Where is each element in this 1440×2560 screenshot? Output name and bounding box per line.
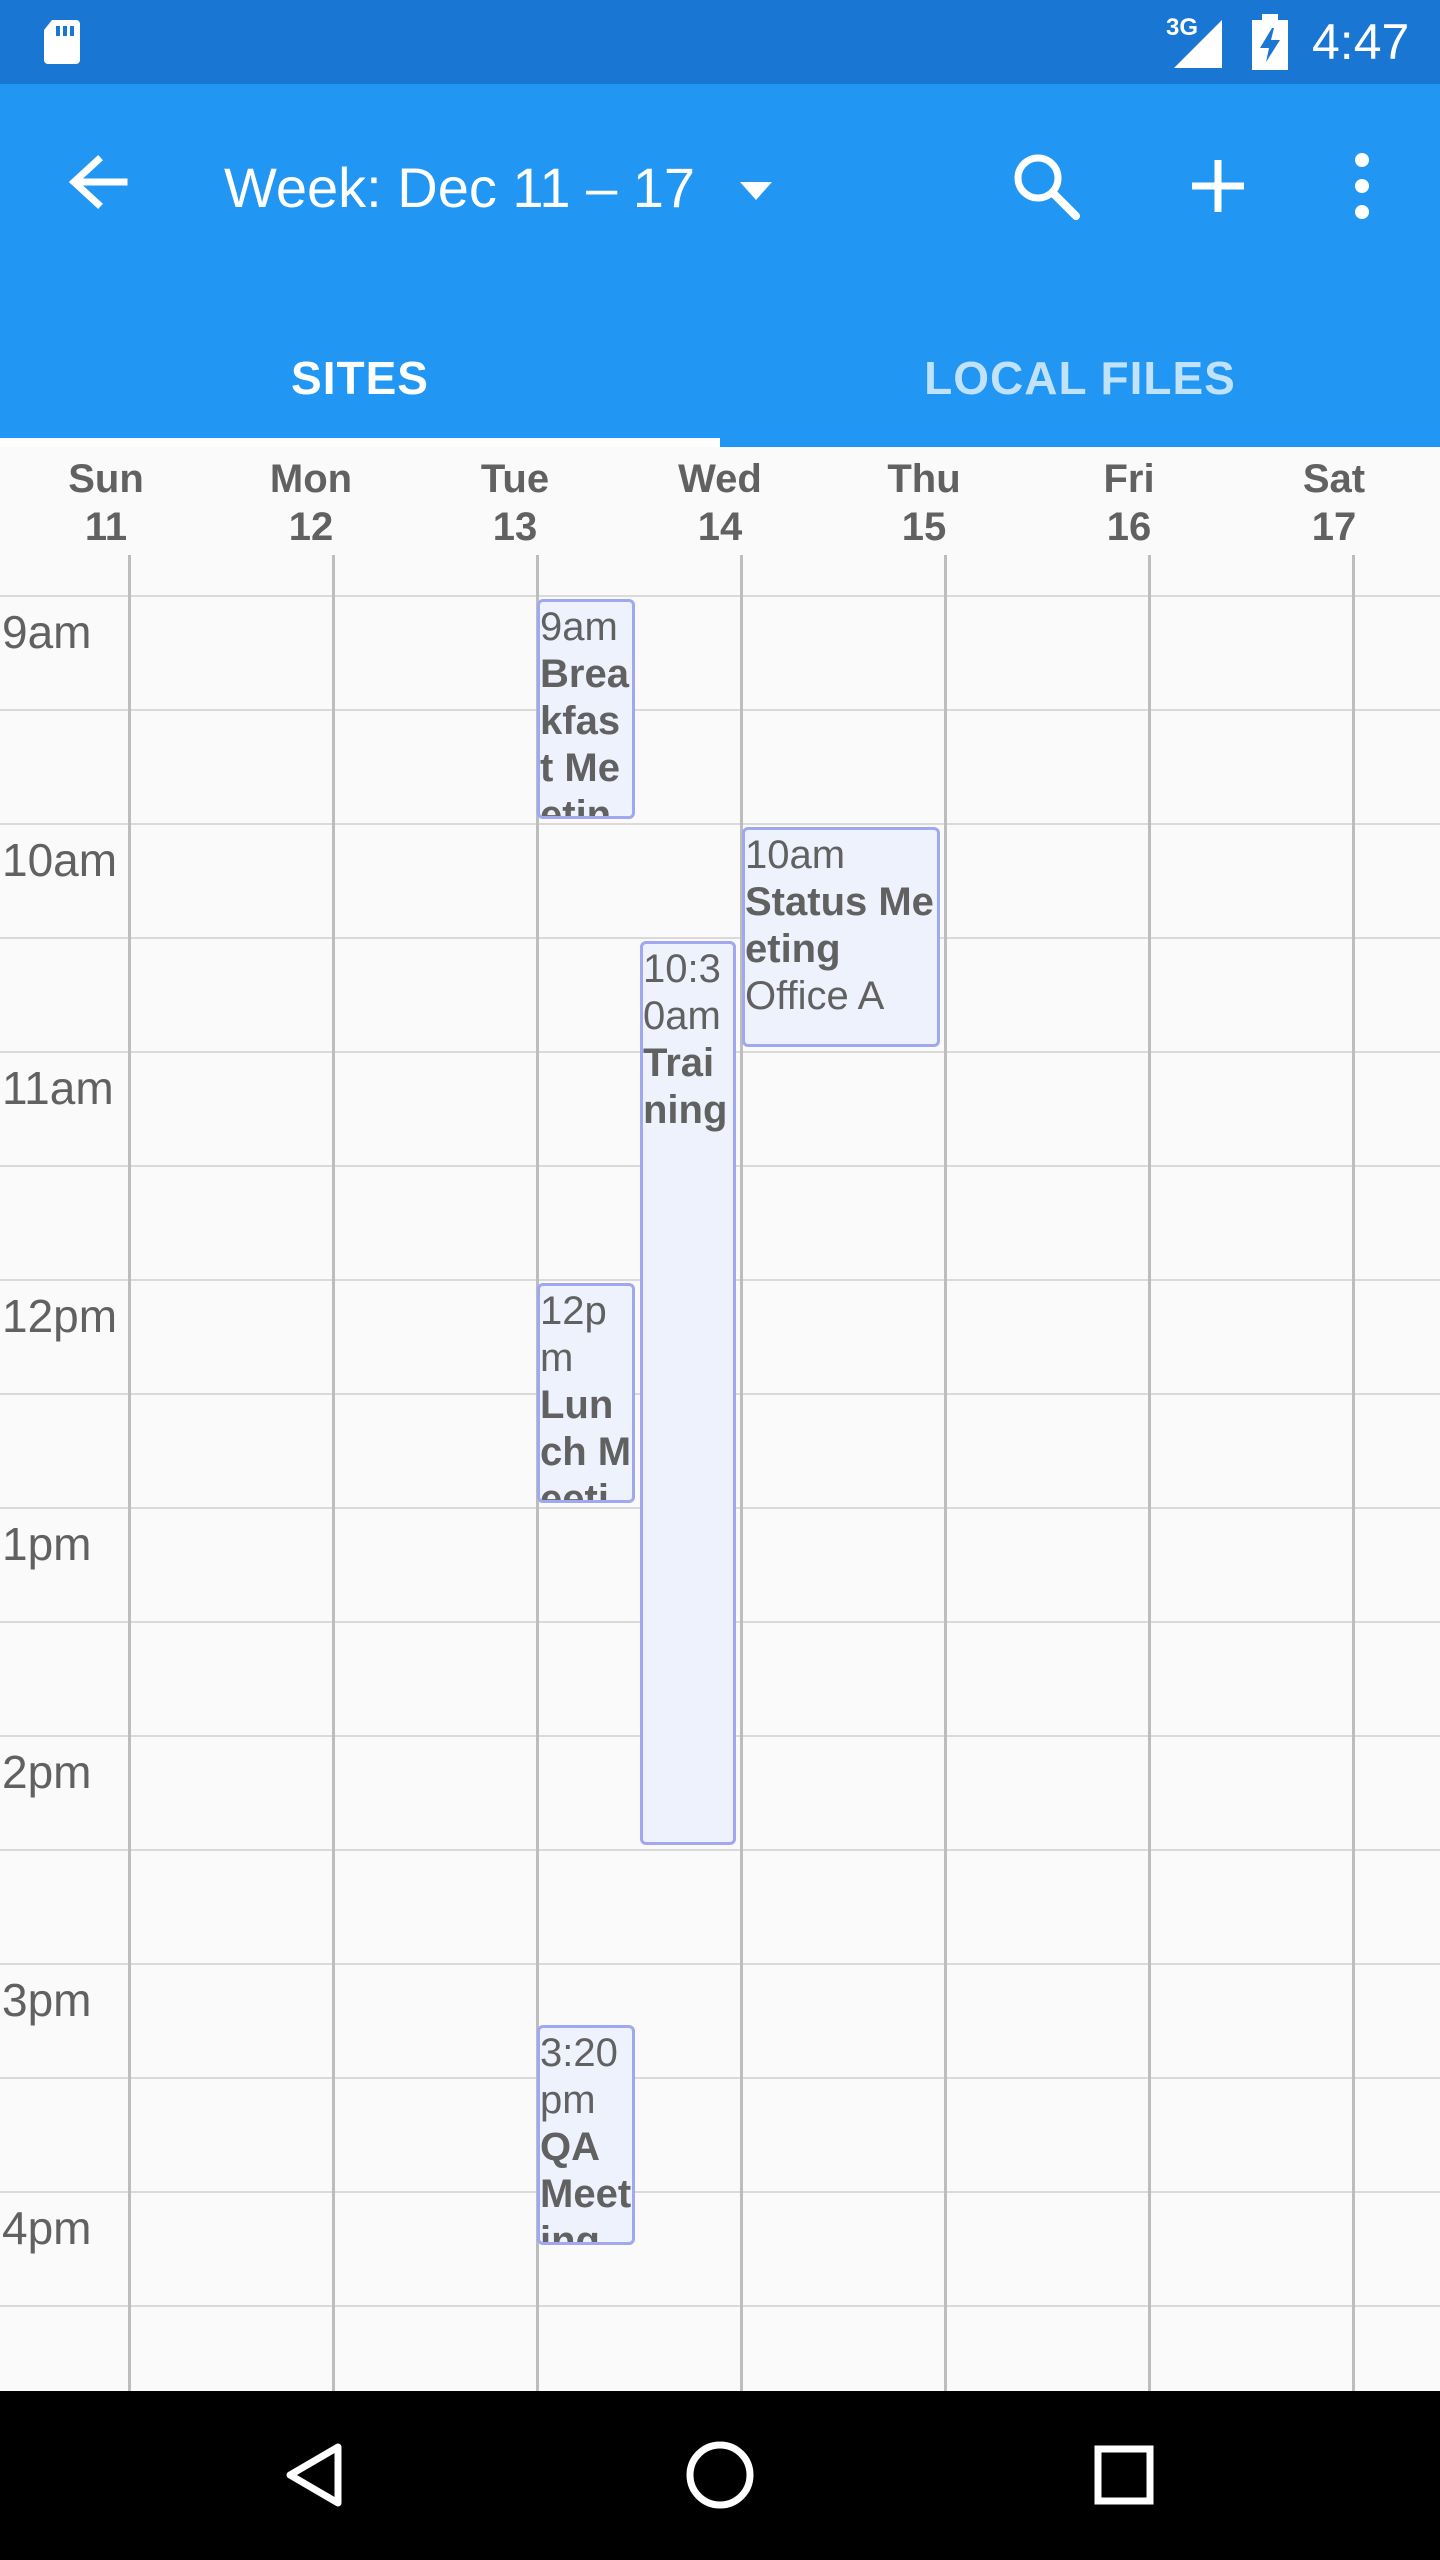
day-header-fri[interactable]: Fri 16	[1027, 455, 1231, 551]
hour-label: 2pm	[2, 1747, 96, 1797]
day-header-mon[interactable]: Mon 12	[209, 455, 413, 551]
tab-local-files[interactable]: LOCAL FILES	[720, 328, 1440, 447]
event-location: Office A	[745, 974, 885, 1018]
dropdown-arrow-icon[interactable]	[736, 170, 776, 210]
event-title: Status Meeting	[745, 880, 934, 971]
app-bar: Week: Dec 11 – 17 SITES LOCAL FILES	[0, 84, 1440, 447]
event-title: QA Meeting	[540, 2125, 632, 2245]
day-column-divider	[1148, 555, 1151, 2391]
day-name: Tue	[480, 457, 550, 501]
hour-label: 9am	[2, 607, 96, 657]
hour-line	[0, 595, 1440, 597]
add-icon[interactable]	[1176, 144, 1260, 228]
day-header-sat[interactable]: Sat 17	[1232, 455, 1436, 551]
half-hour-line	[0, 2305, 1440, 2307]
day-header-tue[interactable]: Tue 13	[413, 455, 617, 551]
day-date: 15	[901, 505, 947, 549]
day-date: 11	[84, 505, 128, 549]
hour-label: 3pm	[2, 1975, 96, 2025]
event-title: Breakfast Meeting	[540, 652, 629, 819]
more-vert-icon[interactable]	[1334, 144, 1390, 228]
event-qa-meeting[interactable]: 3:20pm QA Meeting	[537, 2025, 635, 2245]
recents-square-icon[interactable]	[1076, 2427, 1172, 2523]
day-header-wed[interactable]: Wed 14	[618, 455, 822, 551]
status-bar: 3G 4:47	[0, 0, 1440, 84]
event-status-meeting[interactable]: 10am Status Meeting Office A	[742, 827, 940, 1047]
hour-label: 12pm	[2, 1291, 122, 1341]
day-column-divider	[1352, 555, 1355, 2391]
search-icon[interactable]	[1004, 144, 1088, 228]
event-title: Lunch Meeting	[540, 1383, 632, 1503]
day-date: 16	[1106, 505, 1152, 549]
hour-label: 4pm	[2, 2203, 96, 2253]
calendar-grid[interactable]: 9am 10am 11am 12pm 1pm 2pm 3pm 4pm 9am B…	[0, 555, 1440, 2391]
event-time: 10am	[745, 833, 846, 877]
event-lunch-meeting[interactable]: 12pm Lunch Meeting	[537, 1283, 635, 1503]
event-time: 12pm	[540, 1289, 607, 1380]
clock: 4:47	[1312, 14, 1410, 70]
day-date: 14	[697, 505, 743, 549]
half-hour-line	[0, 709, 1440, 711]
back-arrow-icon[interactable]	[60, 144, 136, 220]
navigation-bar	[0, 2391, 1440, 2560]
home-circle-icon[interactable]	[672, 2427, 768, 2523]
day-column-divider	[128, 555, 131, 2391]
day-date: 12	[288, 505, 334, 549]
day-date: 13	[492, 505, 538, 549]
tab-indicator	[0, 438, 720, 447]
event-title: Training	[643, 1041, 728, 1132]
cell-signal-icon	[1174, 20, 1222, 68]
tab-sites[interactable]: SITES	[0, 328, 720, 447]
event-time: 9am	[540, 605, 618, 649]
event-breakfast-meeting[interactable]: 9am Breakfast Meeting	[537, 599, 635, 819]
day-date: 17	[1311, 505, 1357, 549]
hour-label: 1pm	[2, 1519, 96, 1569]
hour-line	[0, 823, 1440, 825]
day-column-divider	[944, 555, 947, 2391]
sd-card-icon	[44, 20, 80, 64]
half-hour-line	[0, 2077, 1440, 2079]
day-header-sun[interactable]: Sun 11	[4, 455, 208, 551]
day-name: Mon	[269, 457, 353, 501]
day-name: Sun	[68, 457, 144, 501]
battery-charging-icon	[1252, 14, 1288, 70]
event-training[interactable]: 10:30am Training	[640, 941, 736, 1845]
hour-label: 11am	[2, 1063, 118, 1113]
day-column-divider	[332, 555, 335, 2391]
hour-line	[0, 2191, 1440, 2193]
half-hour-line	[0, 937, 1440, 939]
day-name: Fri	[1103, 457, 1155, 501]
hour-label: 10am	[2, 835, 122, 885]
day-name: Sat	[1302, 457, 1366, 501]
hour-line	[0, 1963, 1440, 1965]
day-name: Thu	[887, 457, 961, 501]
day-header-thu[interactable]: Thu 15	[822, 455, 1026, 551]
event-time: 3:20pm	[540, 2031, 618, 2122]
day-name: Wed	[678, 457, 762, 501]
half-hour-line	[0, 1849, 1440, 1851]
week-title[interactable]: Week: Dec 11 – 17	[224, 156, 695, 220]
event-time: 10:30am	[643, 947, 721, 1038]
back-triangle-icon[interactable]	[268, 2427, 364, 2523]
